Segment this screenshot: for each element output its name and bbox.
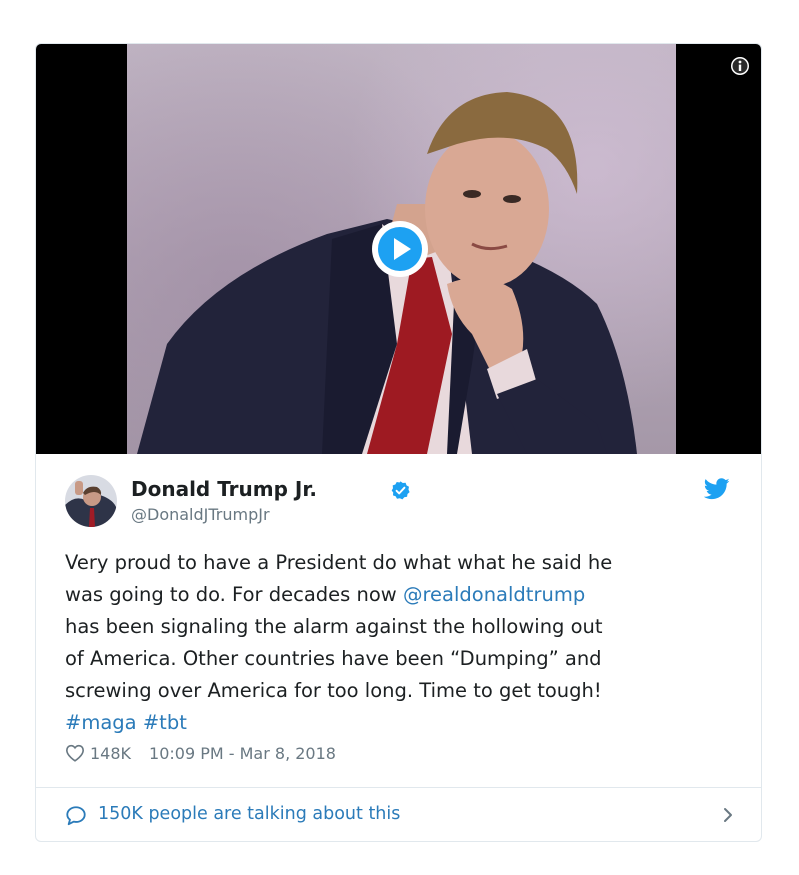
- tweet-text-line: #maga #tbt: [65, 707, 745, 739]
- embedded-tweet-card: Donald Trump Jr. @DonaldJTrumpJr Very pr…: [35, 43, 762, 842]
- heart-icon[interactable]: [65, 744, 85, 762]
- tweet-text-line: Very proud to have a President do what w…: [65, 547, 745, 579]
- mention-link[interactable]: @realdonaldtrump: [403, 583, 585, 606]
- people-talking-link[interactable]: 150K people are talking about this: [65, 792, 735, 836]
- avatar[interactable]: [65, 475, 117, 527]
- info-icon[interactable]: [730, 56, 750, 76]
- tweet-meta: 148K 10:09 PM - Mar 8, 2018: [65, 744, 336, 763]
- speech-bubble-icon: [66, 806, 86, 826]
- twitter-bird-icon[interactable]: [704, 478, 730, 500]
- tweet-text-segment: screwing over America for too long. Time…: [65, 679, 602, 702]
- hashtag-link[interactable]: #tbt: [143, 711, 187, 734]
- tweet-text-line: screwing over America for too long. Time…: [65, 675, 745, 707]
- author-handle[interactable]: @DonaldJTrumpJr: [131, 505, 270, 524]
- people-talking-label: 150K people are talking about this: [98, 804, 401, 824]
- hashtag-link[interactable]: #maga: [65, 711, 137, 734]
- tweet-timestamp[interactable]: 10:09 PM - Mar 8, 2018: [149, 744, 336, 763]
- tweet-text-segment: of America. Other countries have been “D…: [65, 647, 602, 670]
- tweet-text-line: was going to do. For decades now @realdo…: [65, 579, 745, 611]
- avatar-image: [65, 475, 117, 527]
- tweet-text-segment: was going to do. For decades now: [65, 583, 403, 606]
- tweet-author: Donald Trump Jr. @DonaldJTrumpJr: [65, 475, 705, 527]
- author-display-name[interactable]: Donald Trump Jr.: [131, 477, 317, 501]
- chevron-right-icon: [724, 808, 732, 822]
- video-player[interactable]: [36, 44, 761, 454]
- divider: [36, 787, 761, 788]
- tweet-text-line: has been signaling the alarm against the…: [65, 611, 745, 643]
- verified-badge-icon: [391, 481, 410, 500]
- play-button[interactable]: [371, 220, 429, 278]
- tweet-text-segment: has been signaling the alarm against the…: [65, 615, 603, 638]
- tweet-text-line: of America. Other countries have been “D…: [65, 643, 745, 675]
- like-count[interactable]: 148K: [90, 744, 131, 763]
- tweet-text: Very proud to have a President do what w…: [65, 547, 745, 739]
- tweet-text-segment: Very proud to have a President do what w…: [65, 551, 613, 574]
